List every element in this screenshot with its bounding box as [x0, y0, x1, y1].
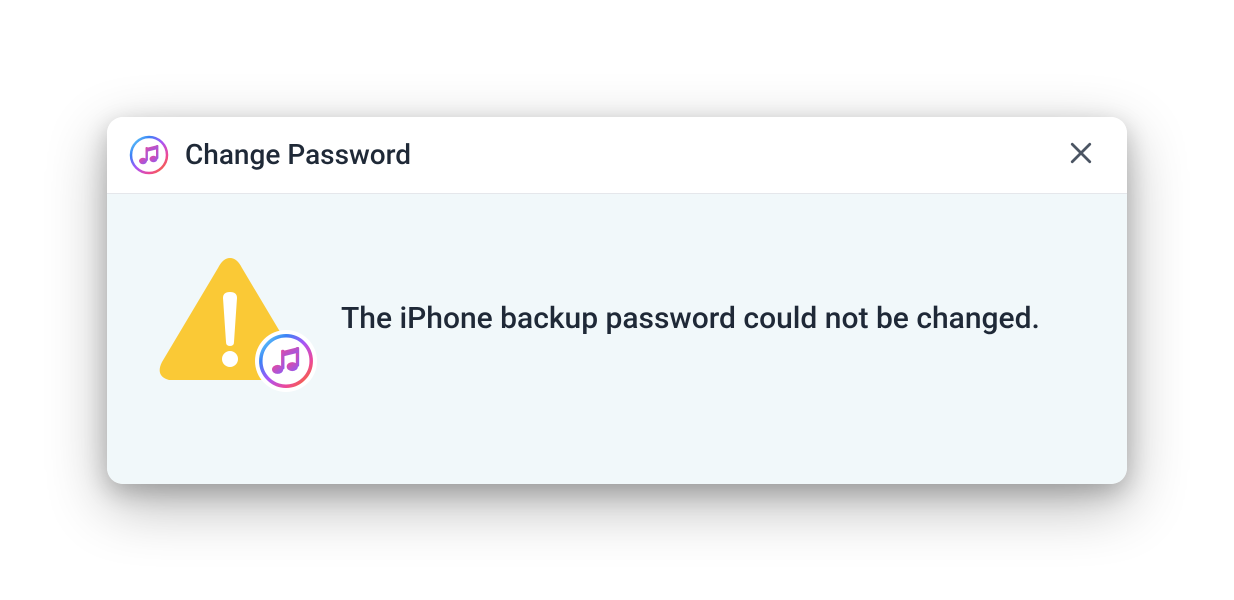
- change-password-dialog: Change Password: [107, 117, 1127, 484]
- itunes-icon: [255, 330, 317, 392]
- warning-icon-group: [155, 254, 305, 384]
- dialog-body: The iPhone backup password could not be …: [107, 194, 1127, 484]
- dialog-titlebar: Change Password: [107, 117, 1127, 194]
- error-message: The iPhone backup password could not be …: [341, 299, 1040, 338]
- close-button[interactable]: [1063, 137, 1099, 173]
- itunes-icon: [129, 135, 169, 175]
- dialog-title: Change Password: [185, 138, 411, 171]
- titlebar-left-group: Change Password: [129, 135, 411, 175]
- close-icon: [1066, 138, 1096, 172]
